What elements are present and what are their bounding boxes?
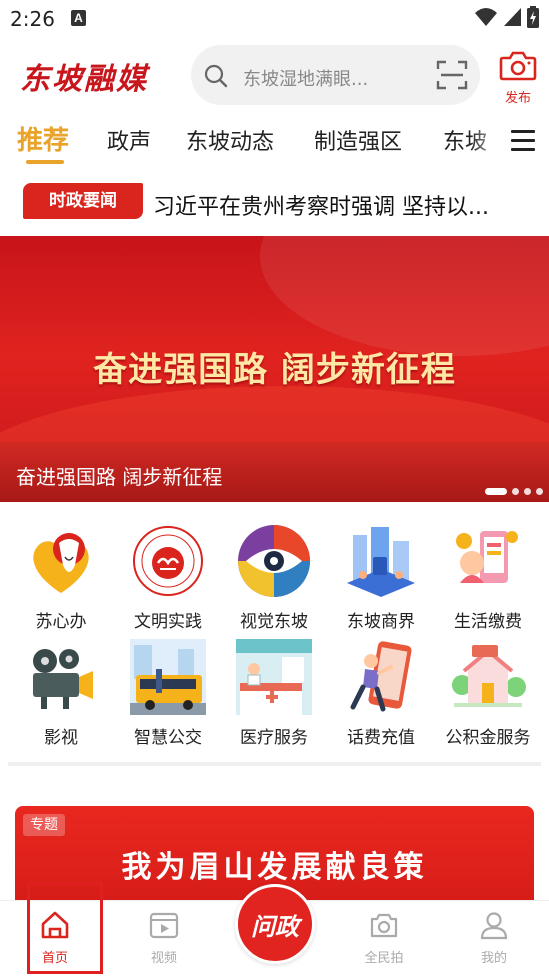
nav-label: 全民拍	[364, 951, 404, 966]
carousel-dot	[512, 488, 519, 495]
video-icon	[149, 912, 179, 939]
search-input[interactable]: 东坡湿地满眼...	[243, 65, 423, 91]
camera-publish-icon	[499, 51, 537, 81]
topic-tag: 专题	[23, 814, 65, 836]
tabs-fade	[470, 116, 510, 166]
wenzheng-button[interactable]: 问政	[235, 884, 315, 964]
banner-carousel[interactable]: 奋进强国路 阔步新征程 奋进强国路 阔步新征程	[0, 236, 549, 502]
payment-icon	[456, 531, 518, 583]
service-label: 智慧公交	[134, 728, 202, 748]
system-icons	[475, 6, 539, 28]
nav-snapshot[interactable]: 全民拍	[354, 909, 414, 966]
service-label: 影视	[44, 728, 78, 748]
wifi-icon	[475, 8, 497, 26]
search-bar[interactable]: 东坡湿地满眼...	[191, 45, 480, 105]
housing-fund-icon	[452, 645, 526, 707]
home-highlight-box	[27, 882, 103, 974]
banner-decoration	[260, 236, 549, 356]
tab-recommend[interactable]: 推荐	[17, 120, 69, 157]
signal-icon	[504, 8, 521, 26]
tabs-menu-icon[interactable]	[506, 124, 540, 158]
service-label: 医疗服务	[240, 728, 308, 748]
service-label: 话费充值	[347, 728, 415, 748]
eye-icon	[238, 525, 310, 597]
business-icon	[347, 527, 415, 597]
service-phone-topup[interactable]: 话费充值	[331, 639, 431, 748]
service-medical[interactable]: 医疗服务	[224, 639, 324, 748]
banner-headline: 奋进强国路 阔步新征程	[93, 350, 456, 390]
ticker-badge: 时政要闻	[23, 183, 143, 219]
service-film[interactable]: 影视	[11, 639, 111, 748]
tab-active-indicator	[26, 160, 64, 164]
nav-label: 我的	[480, 951, 507, 966]
tab-dongpo-news[interactable]: 东坡动态	[186, 124, 274, 156]
service-label: 文明实践	[134, 612, 202, 632]
app-root: 2:26 A 东坡融媒 东坡湿地满眼... 发布 推荐 政声 东坡动态 制造强区…	[0, 0, 549, 976]
user-icon	[480, 912, 508, 940]
service-suxinban[interactable]: 苏心办	[11, 523, 111, 632]
section-divider	[8, 762, 541, 766]
service-grid: 苏心办 文明实践 视觉东坡 东坡商界 生活缴费 影视 智慧公交 医疗服务 话费充…	[0, 515, 549, 755]
carousel-dot	[536, 488, 543, 495]
service-business[interactable]: 东坡商界	[331, 523, 431, 632]
bus-icon	[130, 639, 206, 715]
service-label: 公积金服务	[445, 728, 531, 748]
service-bus[interactable]: 智慧公交	[118, 639, 218, 748]
service-payment[interactable]: 生活缴费	[438, 523, 538, 632]
scan-icon[interactable]	[436, 59, 468, 91]
service-label: 东坡商界	[347, 612, 415, 632]
wenzheng-label: 问政	[251, 912, 299, 941]
publish-button[interactable]: 发布	[497, 50, 539, 106]
carousel-dot-active	[485, 488, 507, 495]
phone-topup-icon	[350, 641, 412, 712]
service-housing-fund[interactable]: 公积金服务	[438, 639, 538, 748]
camera-icon	[370, 913, 398, 938]
search-icon	[204, 64, 228, 88]
notification-badge-icon: A	[71, 10, 86, 26]
nav-profile[interactable]: 我的	[464, 909, 524, 966]
news-ticker[interactable]: 时政要闻 习近平在贵州考察时强调 坚持以...	[0, 180, 549, 224]
suxinban-icon	[33, 533, 89, 593]
app-logo: 东坡融媒	[20, 62, 148, 97]
nav-video[interactable]: 视频	[134, 909, 194, 966]
battery-icon	[527, 6, 539, 28]
carousel-indicator	[485, 488, 543, 495]
medical-icon	[236, 639, 312, 715]
publish-label: 发布	[504, 91, 531, 106]
service-label: 生活缴费	[454, 612, 522, 632]
nav-label: 视频	[150, 951, 177, 966]
status-time: 2:26	[10, 7, 55, 31]
service-wenming[interactable]: 文明实践	[118, 523, 218, 632]
ticker-headline[interactable]: 习近平在贵州考察时强调 坚持以...	[153, 189, 533, 221]
tab-manufacturing[interactable]: 制造强区	[314, 124, 402, 156]
category-tabs: 推荐 政声 东坡动态 制造强区 东坡	[0, 116, 549, 166]
status-bar: 2:26 A	[0, 0, 549, 36]
topic-title: 我为眉山发展献良策	[121, 850, 428, 885]
banner-caption: 奋进强国路 阔步新征程	[16, 465, 223, 489]
service-label: 视觉东坡	[240, 612, 308, 632]
service-label: 苏心办	[35, 612, 87, 632]
header: 东坡融媒 东坡湿地满眼... 发布	[0, 40, 549, 110]
tab-zhengsheng[interactable]: 政声	[107, 124, 151, 156]
service-visual-dongpo[interactable]: 视觉东坡	[224, 523, 324, 632]
carousel-dot	[524, 488, 531, 495]
wenming-icon	[133, 526, 203, 596]
film-projector-icon	[33, 649, 93, 709]
